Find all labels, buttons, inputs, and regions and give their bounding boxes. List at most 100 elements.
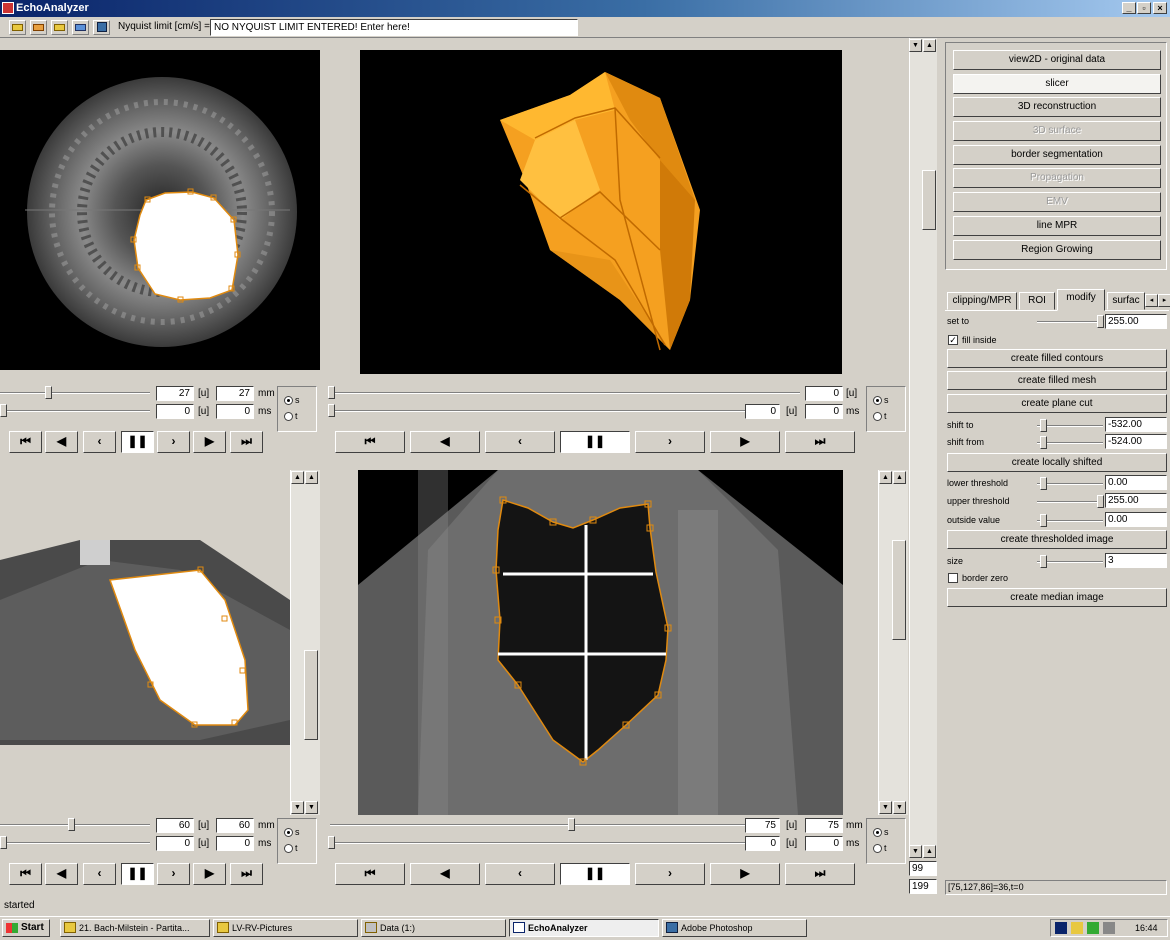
step-forward-button[interactable]: › xyxy=(157,431,190,453)
create-median-image-button[interactable]: create median image xyxy=(947,588,1167,607)
apical-view[interactable] xyxy=(358,470,843,815)
bl-last-frame-button[interactable]: ⏭ xyxy=(230,863,263,885)
bl-time-ms-value[interactable]: 0 xyxy=(216,836,254,851)
scroll-thumb[interactable] xyxy=(922,170,936,230)
region-growing-button[interactable]: Region Growing xyxy=(953,240,1161,260)
tab-modify[interactable]: modify xyxy=(1057,289,1105,311)
3d-radio-t[interactable]: t xyxy=(873,411,905,422)
radio-s[interactable]: s xyxy=(284,395,316,406)
tab-roi[interactable]: ROI xyxy=(1019,292,1055,310)
tray-volume-icon[interactable] xyxy=(1103,922,1115,934)
bl-next-frame-button[interactable]: ▶ xyxy=(193,863,226,885)
scroll-value-1[interactable]: 99 xyxy=(909,861,937,876)
bl-time-slider-track[interactable] xyxy=(0,842,150,844)
bl-radio-t[interactable]: t xyxy=(284,843,316,854)
depth-value-mm[interactable]: 27 xyxy=(216,386,254,401)
time-value-ms[interactable]: 0 xyxy=(216,404,254,419)
first-frame-button[interactable]: ⏮ xyxy=(9,431,42,453)
task-bach-milstein[interactable]: 21. Bach-Milstein - Partita... xyxy=(60,919,210,937)
radio-t[interactable]: t xyxy=(284,411,316,422)
scroll-up-icon[interactable]: ▼ xyxy=(909,39,922,52)
center-scrollbar[interactable] xyxy=(909,38,937,858)
scroll-up-icon[interactable]: ▲ xyxy=(923,39,936,52)
shift-to-slider-thumb[interactable] xyxy=(1040,419,1047,432)
size-value[interactable]: 3 xyxy=(1105,553,1167,568)
3d-reconstruction-button[interactable]: 3D reconstruction xyxy=(953,97,1161,117)
tray-app-icon[interactable] xyxy=(1071,922,1083,934)
3d-time-value[interactable]: 0 xyxy=(745,404,780,419)
3d-last-frame-button[interactable]: ⏭ xyxy=(785,431,855,453)
br-last-frame-button[interactable]: ⏭ xyxy=(785,863,855,885)
scroll-up-icon[interactable]: ▲ xyxy=(291,471,304,484)
open-folder-icon[interactable] xyxy=(51,20,68,35)
lower-threshold-slider-thumb[interactable] xyxy=(1040,477,1047,490)
save-icon[interactable] xyxy=(93,20,110,35)
3d-time-slider-thumb[interactable] xyxy=(328,404,335,417)
create-thresholded-image-button[interactable]: create thresholded image xyxy=(947,530,1167,549)
open-folder-icon[interactable] xyxy=(72,20,89,35)
apical-scrollbar[interactable] xyxy=(878,470,908,815)
bl-time-value[interactable]: 0 xyxy=(156,836,194,851)
scroll-up-icon[interactable]: ▲ xyxy=(893,471,906,484)
br-step-forward-button[interactable]: › xyxy=(635,863,705,885)
bl-depth-mm-value[interactable]: 60 xyxy=(216,818,254,833)
emv-button[interactable]: EMV xyxy=(953,192,1161,212)
prev-frame-button[interactable]: ◀ xyxy=(45,431,78,453)
br-time-slider-track[interactable] xyxy=(330,842,745,844)
bl-step-forward-button[interactable]: › xyxy=(157,863,190,885)
3d-pause-button[interactable]: ❚❚ xyxy=(560,431,630,453)
br-depth-slider-track[interactable] xyxy=(330,824,745,826)
short-axis-view[interactable] xyxy=(0,50,320,370)
bl-time-slider-thumb[interactable] xyxy=(0,836,7,849)
fill-inside-checkbox[interactable]: ✓ xyxy=(948,335,958,345)
create-filled-contours-button[interactable]: create filled contours xyxy=(947,349,1167,368)
upper-threshold-value[interactable]: 255.00 xyxy=(1105,493,1167,508)
br-time-slider-thumb[interactable] xyxy=(328,836,335,849)
br-next-frame-button[interactable]: ▶ xyxy=(710,863,780,885)
3d-time-slider-track[interactable] xyxy=(330,410,745,412)
bl-pause-button[interactable]: ❚❚ xyxy=(121,863,154,885)
3d-surface-button[interactable]: 3D surface xyxy=(953,121,1161,141)
step-back-button[interactable]: ‹ xyxy=(83,431,116,453)
scroll-down-icon[interactable]: ▼ xyxy=(291,801,304,814)
start-button[interactable]: Start xyxy=(2,919,50,937)
set-to-value[interactable]: 255.00 xyxy=(1105,314,1167,329)
tray-language-icon[interactable] xyxy=(1055,922,1067,934)
scroll-value-2[interactable]: 199 xyxy=(909,879,937,894)
3d-next-frame-button[interactable]: ▶ xyxy=(710,431,780,453)
br-time-value[interactable]: 0 xyxy=(745,836,780,851)
bl-depth-value[interactable]: 60 xyxy=(156,818,194,833)
scroll-down-icon[interactable]: ▼ xyxy=(893,801,906,814)
scroll-thumb[interactable] xyxy=(304,650,318,740)
bl-first-frame-button[interactable]: ⏮ xyxy=(9,863,42,885)
scroll-down-icon[interactable]: ▲ xyxy=(923,845,936,858)
open-folder-icon[interactable] xyxy=(9,20,26,35)
border-zero-checkbox[interactable] xyxy=(948,573,958,583)
task-adobe-photoshop[interactable]: Adobe Photoshop xyxy=(662,919,807,937)
3d-reconstruction-view[interactable] xyxy=(360,50,842,374)
3d-step-back-button[interactable]: ‹ xyxy=(485,431,555,453)
upper-threshold-slider-track[interactable] xyxy=(1037,501,1103,503)
br-time-ms-value[interactable]: 0 xyxy=(805,836,843,851)
time-slider-thumb[interactable] xyxy=(0,404,7,417)
task-lv-rv-pictures[interactable]: LV-RV-Pictures xyxy=(213,919,358,937)
br-depth-value[interactable]: 75 xyxy=(745,818,780,833)
scroll-down-icon[interactable]: ▼ xyxy=(879,801,892,814)
border-segmentation-button[interactable]: border segmentation xyxy=(953,145,1161,165)
bl-depth-slider-track[interactable] xyxy=(0,824,150,826)
scroll-up-icon[interactable]: ▲ xyxy=(879,471,892,484)
shift-from-slider-thumb[interactable] xyxy=(1040,436,1047,449)
set-to-slider-track[interactable] xyxy=(1037,321,1103,323)
outside-value-value[interactable]: 0.00 xyxy=(1105,512,1167,527)
create-locally-shifted-button[interactable]: create locally shifted xyxy=(947,453,1167,472)
set-to-slider-thumb[interactable] xyxy=(1097,315,1104,328)
3d-slider-track[interactable] xyxy=(330,392,800,394)
nyquist-input[interactable]: NO NYQUIST LIMIT ENTERED! Enter here! xyxy=(210,19,578,36)
bl-step-back-button[interactable]: ‹ xyxy=(83,863,116,885)
upper-threshold-slider-thumb[interactable] xyxy=(1097,495,1104,508)
scroll-down-icon[interactable]: ▼ xyxy=(909,845,922,858)
tray-network-icon[interactable] xyxy=(1087,922,1099,934)
task-echoanalyzer[interactable]: EchoAnalyzer xyxy=(509,919,659,937)
depth-slider-thumb[interactable] xyxy=(45,386,52,399)
propagation-button[interactable]: Propagation xyxy=(953,168,1161,188)
